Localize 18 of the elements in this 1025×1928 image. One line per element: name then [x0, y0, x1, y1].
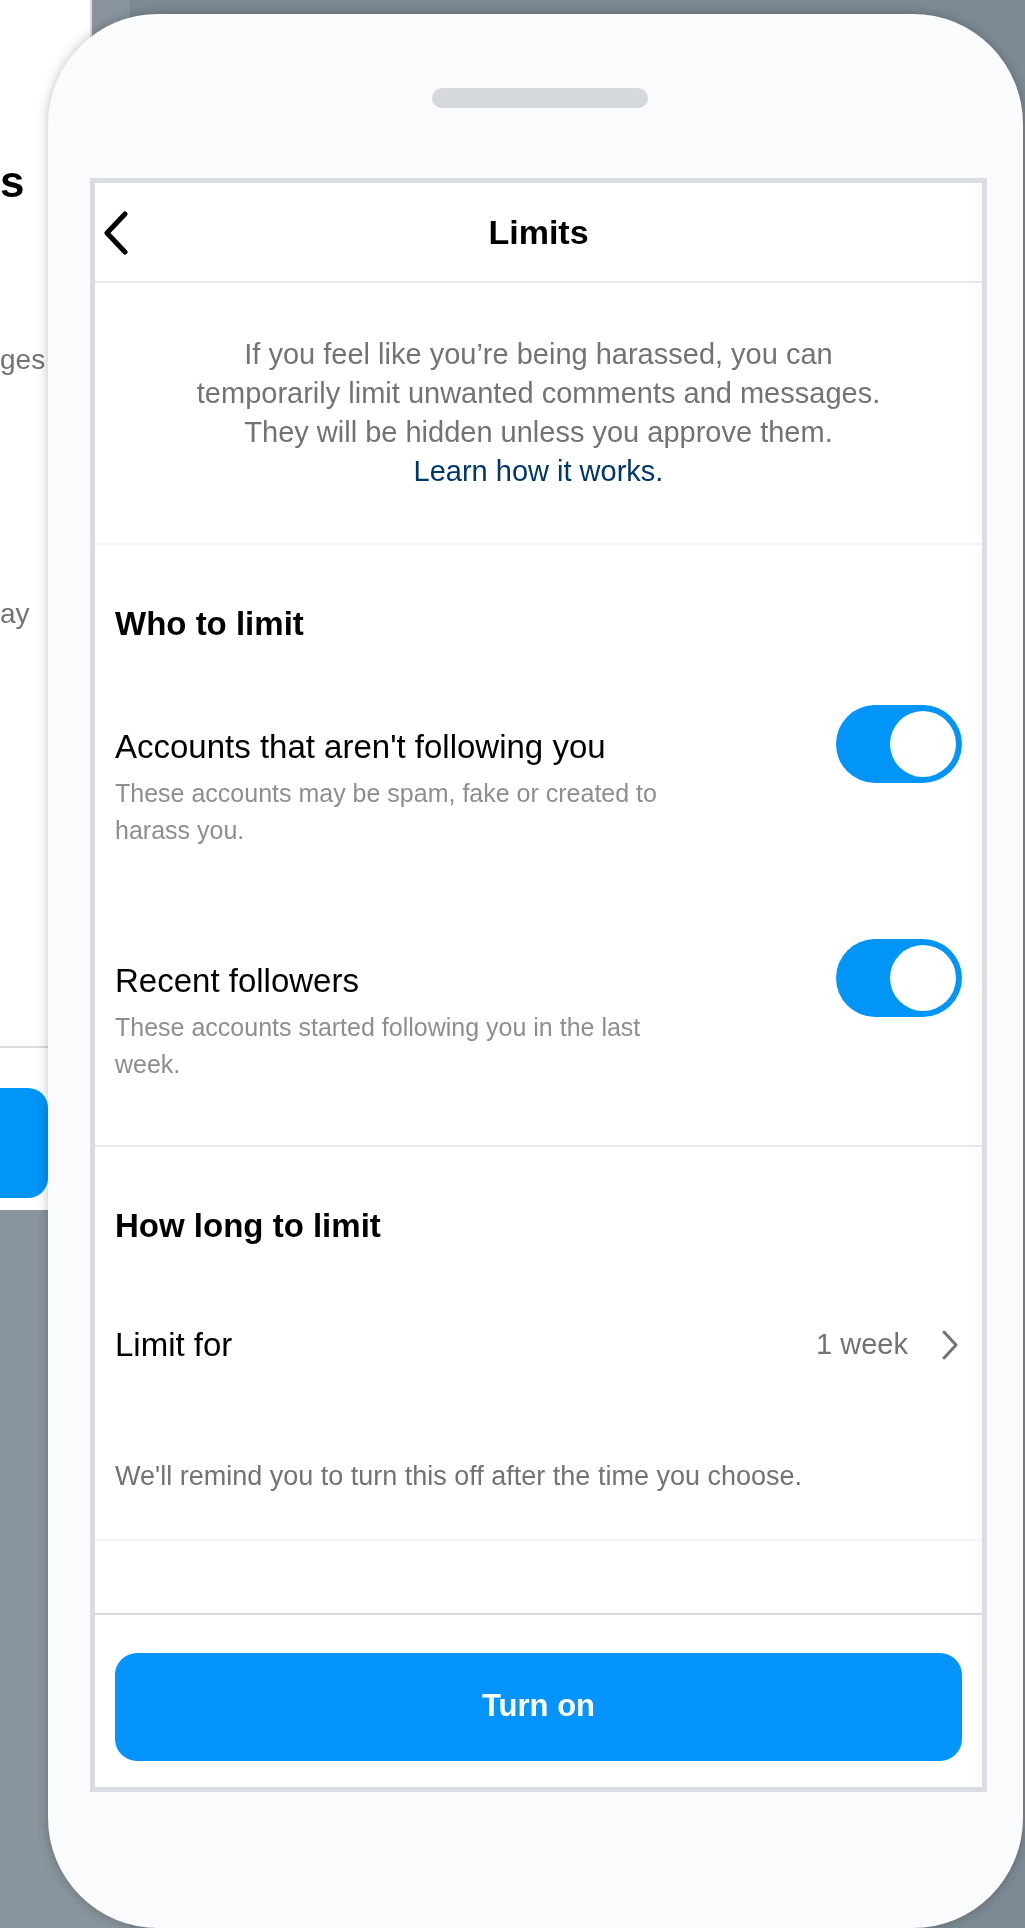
option-description: These accounts may be spam, fake or created to harass you.: [115, 777, 658, 846]
option-title: Accounts that aren't following you: [115, 726, 607, 767]
helper-text: We'll remind you to turn this off after the time you choose.: [115, 1460, 803, 1493]
option-title: Recent followers: [115, 960, 360, 1001]
back-icon: [103, 211, 129, 255]
section-heading: Who to limit: [115, 604, 305, 644]
option-description: These accounts started following you in the last week.: [115, 1011, 642, 1080]
screen-title: Limits: [488, 211, 589, 253]
row-label: Limit for: [115, 1325, 234, 1366]
limit-for-row[interactable]: Limit for 1 week: [115, 1320, 962, 1370]
learn-more-link[interactable]: Learn how it works.: [413, 455, 664, 487]
intro-text: If you feel like you’re being harassed, you can temporarily limit unwanted comments and messages. They will be hidden unless you approve them. Learn how it works.: [195, 337, 882, 489]
background-text: ges: [0, 346, 46, 374]
chevron-right-icon: [942, 1330, 958, 1360]
row-value: 1 week: [816, 1327, 908, 1363]
background-heading: s: [0, 160, 25, 204]
background-text: ay: [0, 600, 30, 628]
section-heading: How long to limit: [115, 1205, 382, 1246]
